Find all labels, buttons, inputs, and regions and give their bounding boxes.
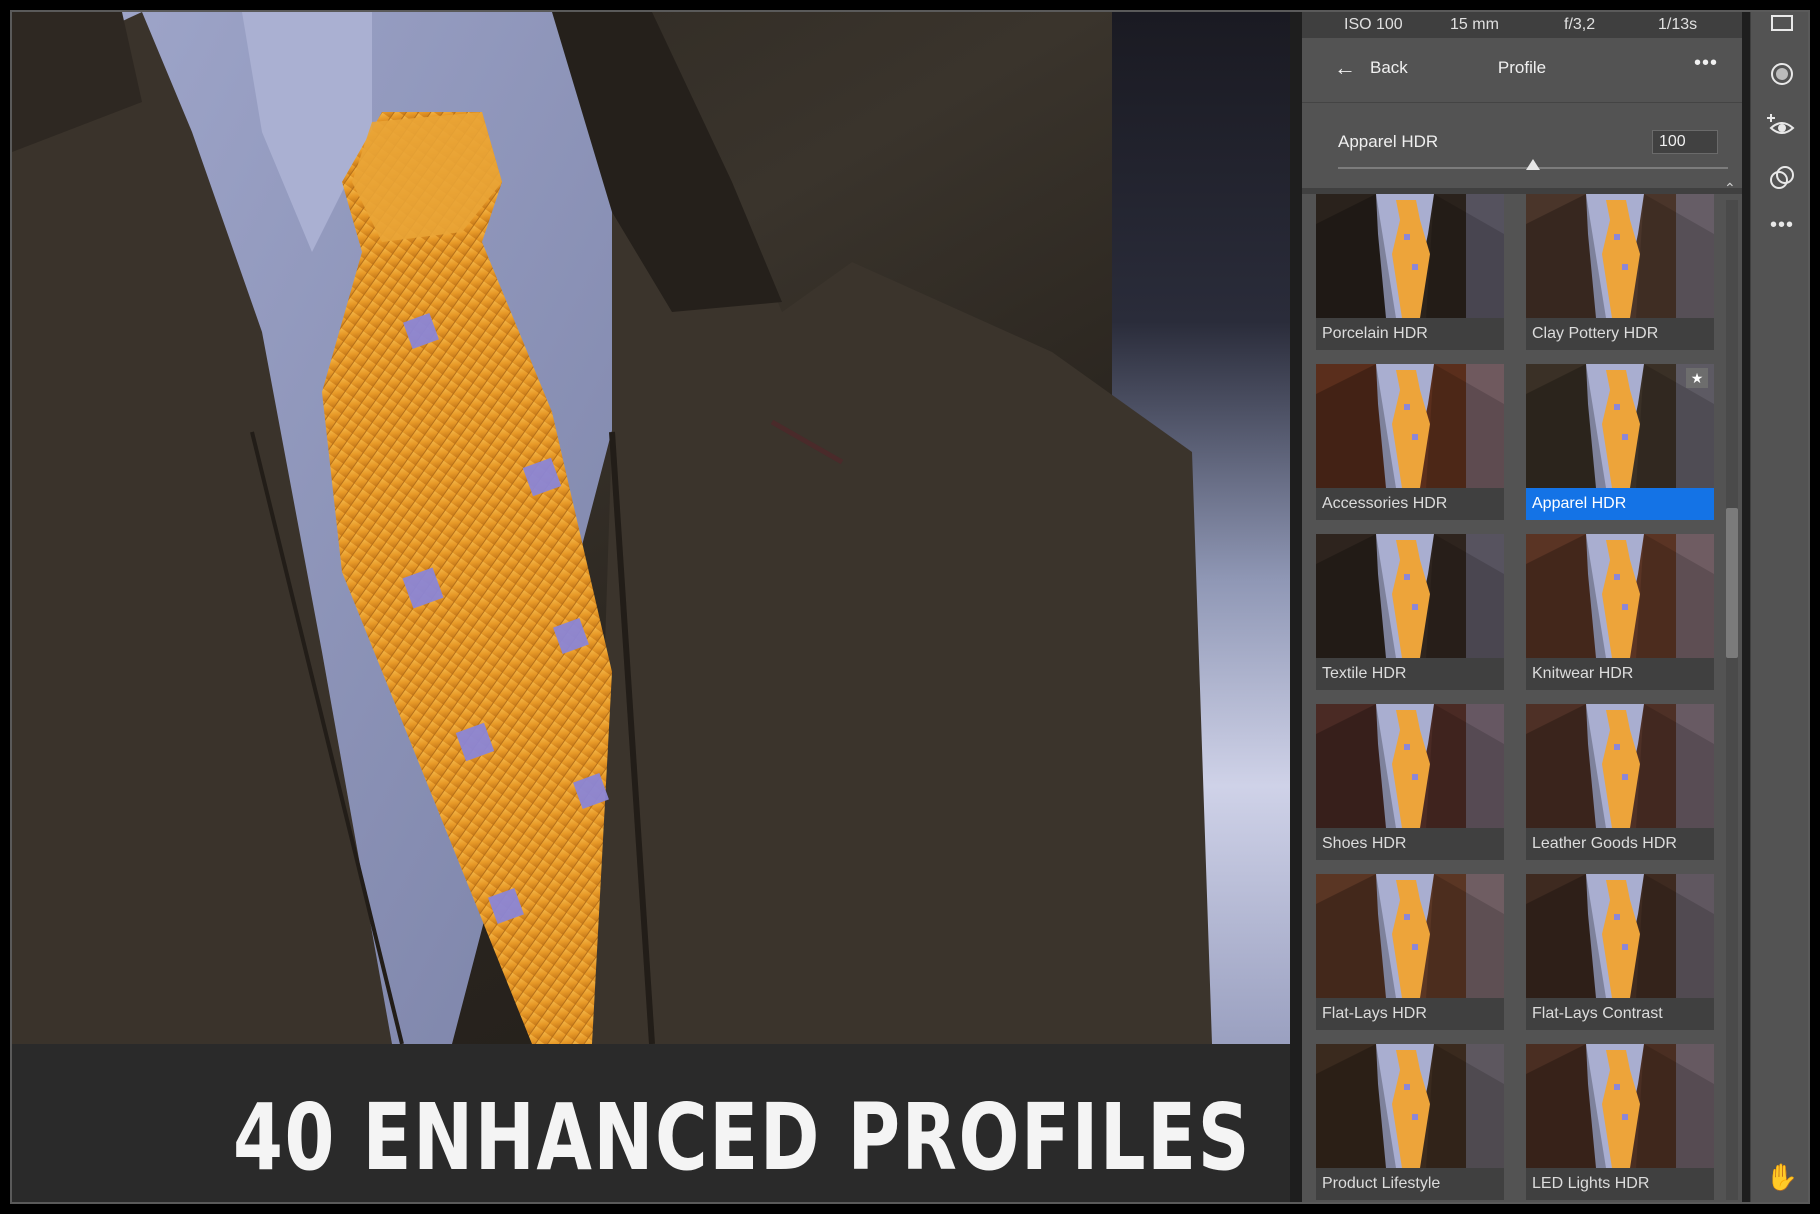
profile-thumbnail <box>1526 194 1714 318</box>
profile-thumbnail <box>1316 194 1504 318</box>
profile-thumbnail <box>1526 874 1714 998</box>
profile-thumbnail <box>1526 1044 1714 1168</box>
more-icon[interactable]: ••• <box>1751 214 1808 254</box>
hand-icon[interactable]: ✋ <box>1751 1162 1808 1202</box>
scroll-up-icon[interactable]: ⌃ <box>1724 180 1736 197</box>
profile-tile[interactable]: Clay Pottery HDR <box>1526 194 1714 350</box>
caption-text: 40 ENHANCED PROFILES <box>233 1084 1252 1191</box>
profile-tile[interactable]: Flat-Lays Contrast <box>1526 874 1714 1030</box>
tool-strip: ••• ✋ <box>1750 12 1808 1202</box>
profile-tile[interactable]: Product Lifestyle <box>1316 1044 1504 1200</box>
profile-label: LED Lights HDR <box>1526 1168 1714 1200</box>
exif-aperture: f/3,2 <box>1564 16 1596 33</box>
amount-label: Apparel HDR <box>1338 132 1439 151</box>
exif-iso: ISO 100 <box>1344 16 1403 33</box>
caption-bar: 40 ENHANCED PROFILES <box>12 1044 1290 1202</box>
exif-bar: ISO 100 15 mm f/3,2 1/13s <box>1302 12 1742 38</box>
profile-tile[interactable]: Shoes HDR <box>1316 704 1504 860</box>
masking-icon[interactable] <box>1751 164 1808 204</box>
scroll-thumb[interactable] <box>1726 508 1738 658</box>
profile-panel: ISO 100 15 mm f/3,2 1/13s ← Back Profile… <box>1302 12 1742 1202</box>
circle-icon[interactable] <box>1751 60 1808 100</box>
panel-header: ← Back Profile ••• <box>1302 42 1742 92</box>
profile-label: Shoes HDR <box>1316 828 1504 860</box>
amount-slider-thumb[interactable] <box>1526 159 1540 170</box>
profile-label: Leather Goods HDR <box>1526 828 1714 860</box>
profile-tile[interactable]: Textile HDR <box>1316 534 1504 690</box>
exif-focal: 15 mm <box>1450 16 1499 33</box>
divider <box>1302 102 1742 103</box>
profile-label: Flat-Lays HDR <box>1316 998 1504 1030</box>
profile-tile[interactable]: Flat-Lays HDR <box>1316 874 1504 1030</box>
profile-label: Textile HDR <box>1316 658 1504 690</box>
profile-label: Flat-Lays Contrast <box>1526 998 1714 1030</box>
exif-shutter: 1/13s <box>1658 16 1698 33</box>
profile-label: Product Lifestyle <box>1316 1168 1504 1200</box>
profile-tile[interactable]: Porcelain HDR <box>1316 194 1504 350</box>
profile-thumbnail <box>1526 704 1714 828</box>
profile-label: Apparel HDR <box>1526 488 1714 520</box>
profile-label: Knitwear HDR <box>1526 658 1714 690</box>
amount-row: Apparel HDR 100 <box>1302 104 1742 184</box>
profile-thumbnail <box>1316 1044 1504 1168</box>
profile-thumbnail <box>1316 364 1504 488</box>
more-options-button[interactable]: ••• <box>1694 52 1718 75</box>
profile-thumbnail <box>1316 874 1504 998</box>
profile-label: Accessories HDR <box>1316 488 1504 520</box>
photo-illustration <box>12 12 1212 1044</box>
back-label: Back <box>1370 58 1408 77</box>
redeye-icon[interactable] <box>1751 112 1808 152</box>
profile-thumbnail <box>1526 534 1714 658</box>
profile-label: Clay Pottery HDR <box>1526 318 1714 350</box>
profile-tile[interactable]: ★ Apparel HDR <box>1526 364 1714 520</box>
profile-thumbnail <box>1316 534 1504 658</box>
back-arrow-icon: ← <box>1334 55 1356 80</box>
profile-tile[interactable]: LED Lights HDR <box>1526 1044 1714 1200</box>
back-button[interactable]: ← Back <box>1334 55 1408 80</box>
favorite-star-icon[interactable]: ★ <box>1686 368 1708 388</box>
profile-grid: Porcelain HDR Clay Pottery HDR Accessories… <box>1316 194 1720 1202</box>
square-icon[interactable] <box>1751 12 1808 52</box>
frame: 40 ENHANCED PROFILES ISO 100 15 mm f/3,2… <box>10 10 1810 1204</box>
amount-input[interactable]: 100 <box>1652 130 1718 154</box>
profile-label: Porcelain HDR <box>1316 318 1504 350</box>
profile-tile[interactable]: Knitwear HDR <box>1526 534 1714 690</box>
profile-tile[interactable]: Accessories HDR <box>1316 364 1504 520</box>
profile-thumbnail <box>1316 704 1504 828</box>
main-photo <box>12 12 1290 1044</box>
scrollbar[interactable] <box>1726 200 1738 1200</box>
profile-tile[interactable]: Leather Goods HDR <box>1526 704 1714 860</box>
